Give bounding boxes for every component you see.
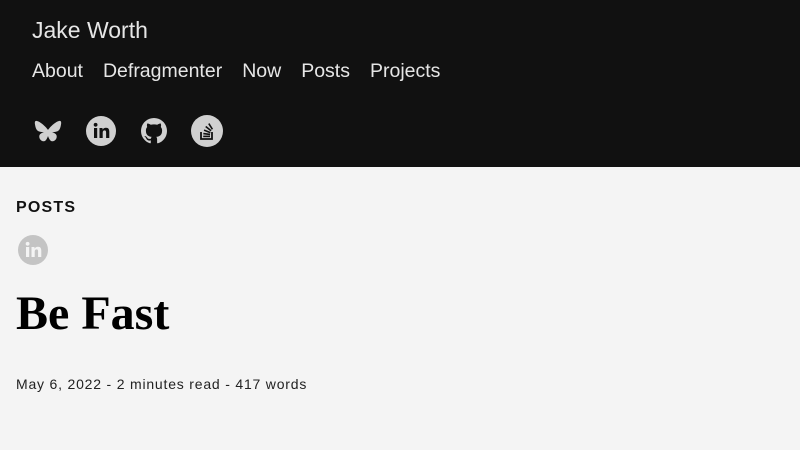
post-title: Be Fast: [16, 287, 170, 340]
site-header: Jake Worth About Defragmenter Now Posts …: [0, 0, 800, 167]
bluesky-icon[interactable]: [32, 115, 64, 147]
reading-time: 2 minutes read: [116, 376, 221, 392]
meta-separator: -: [220, 376, 236, 392]
word-count: 417 words: [235, 376, 308, 392]
nav-link-posts[interactable]: Posts: [301, 58, 350, 84]
nav-link-about[interactable]: About: [32, 58, 83, 84]
main-nav: About Defragmenter Now Posts Projects: [32, 58, 440, 84]
github-icon[interactable]: [138, 115, 170, 147]
nav-link-defragmenter[interactable]: Defragmenter: [103, 58, 222, 84]
site-title-link[interactable]: Jake Worth: [32, 16, 148, 44]
stackoverflow-icon[interactable]: [191, 115, 223, 147]
meta-separator: -: [101, 376, 117, 392]
post-meta: May 6, 2022 - 2 minutes read - 417 words: [16, 376, 307, 392]
post-date: May 6, 2022: [16, 376, 102, 392]
nav-link-now[interactable]: Now: [242, 58, 281, 84]
linkedin-icon[interactable]: [85, 115, 117, 147]
nav-link-projects[interactable]: Projects: [370, 58, 440, 84]
social-links: [32, 115, 223, 147]
section-label: POSTS: [16, 199, 77, 216]
linkedin-share-icon[interactable]: [17, 234, 49, 266]
